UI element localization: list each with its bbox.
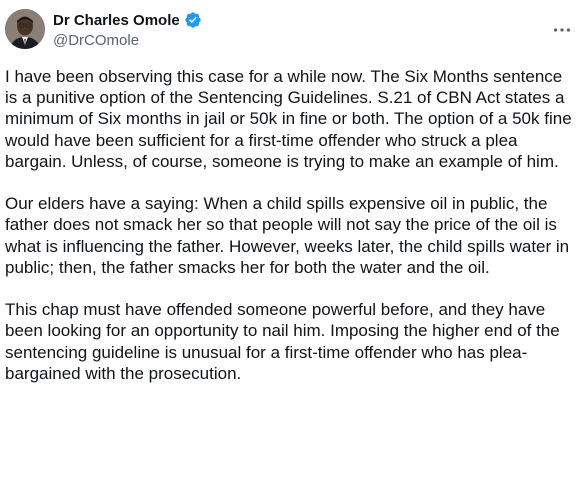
- tweet-header: Dr Charles Omole @DrCOmole: [5, 9, 585, 55]
- tweet: Dr Charles Omole @DrCOmole I have been o…: [0, 0, 585, 484]
- tweet-paragraph: I have been observing this case for a wh…: [5, 67, 572, 171]
- avatar[interactable]: [5, 9, 45, 49]
- profile-photo-icon: [5, 9, 45, 49]
- tweet-paragraph: Our elders have a saying: When a child s…: [5, 194, 570, 277]
- display-name-row: Dr Charles Omole: [53, 10, 202, 30]
- display-name[interactable]: Dr Charles Omole: [53, 12, 180, 29]
- author-handle[interactable]: @DrCOmole: [53, 32, 202, 49]
- verified-badge-icon[interactable]: [184, 11, 202, 29]
- more-horizontal-icon[interactable]: [551, 19, 573, 41]
- author-names: Dr Charles Omole @DrCOmole: [53, 10, 202, 49]
- tweet-text: I have been observing this case for a wh…: [5, 66, 575, 384]
- tweet-paragraph: This chap must have offended someone pow…: [5, 300, 560, 383]
